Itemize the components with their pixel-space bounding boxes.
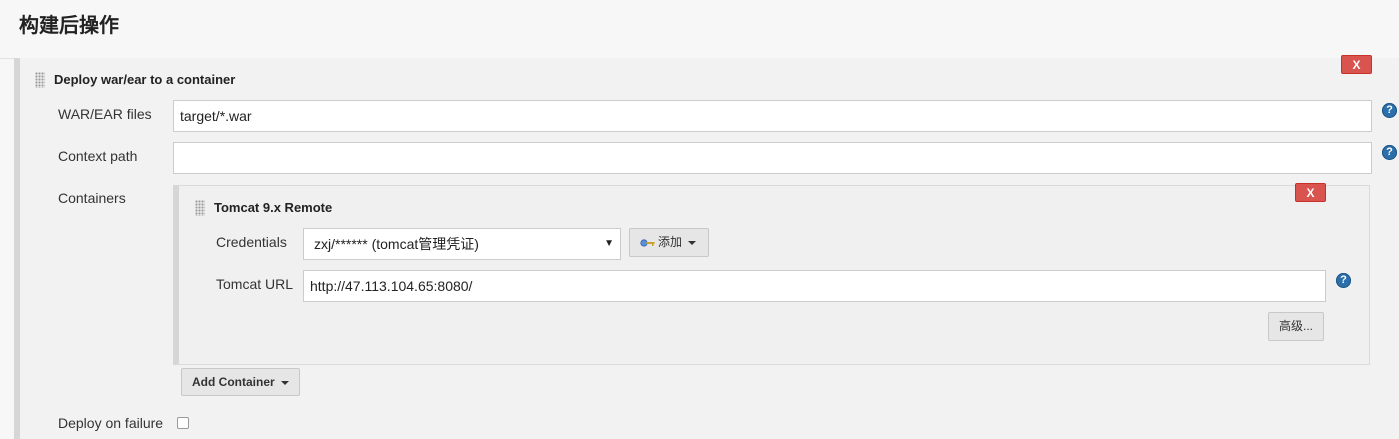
add-container-button[interactable]: Add Container bbox=[181, 368, 300, 396]
drag-handle-icon[interactable] bbox=[35, 72, 45, 88]
add-credentials-label: 添加 bbox=[658, 235, 683, 249]
war-files-help-icon[interactable]: ? bbox=[1382, 103, 1397, 118]
container-drag-handle-icon[interactable] bbox=[195, 200, 205, 216]
add-credentials-button[interactable]: 添加 bbox=[629, 228, 709, 257]
caret-down-icon bbox=[280, 380, 289, 385]
war-files-input[interactable] bbox=[173, 100, 1372, 132]
deploy-on-failure-checkbox[interactable] bbox=[177, 417, 189, 429]
key-icon bbox=[640, 239, 655, 247]
advanced-button[interactable]: 高级... bbox=[1268, 312, 1324, 341]
tomcat-url-input[interactable] bbox=[303, 270, 1326, 302]
credentials-label: Credentials bbox=[216, 234, 287, 250]
credentials-selected-value: zxj/****** (tomcat管理凭证) bbox=[314, 236, 479, 252]
step-title: Deploy war/ear to a container bbox=[54, 72, 236, 87]
war-files-label: WAR/EAR files bbox=[58, 106, 152, 122]
context-path-input[interactable] bbox=[173, 142, 1372, 174]
tomcat-url-help-icon[interactable]: ? bbox=[1336, 273, 1351, 288]
credentials-select[interactable]: zxj/****** (tomcat管理凭证) ▼ bbox=[303, 228, 621, 260]
delete-container-button[interactable]: X bbox=[1295, 183, 1326, 202]
container-title: Tomcat 9.x Remote bbox=[214, 200, 333, 215]
add-container-label: Add Container bbox=[192, 375, 275, 389]
context-path-label: Context path bbox=[58, 148, 138, 164]
caret-down-icon bbox=[688, 240, 697, 245]
select-arrow-icon: ▼ bbox=[604, 238, 614, 249]
delete-step-button[interactable]: X bbox=[1341, 55, 1372, 74]
tomcat-url-label: Tomcat URL bbox=[216, 276, 294, 292]
context-path-help-icon[interactable]: ? bbox=[1382, 145, 1397, 160]
deploy-on-failure-label: Deploy on failure bbox=[58, 415, 164, 431]
containers-label: Containers bbox=[58, 190, 126, 206]
page-title: 构建后操作 bbox=[19, 13, 119, 37]
